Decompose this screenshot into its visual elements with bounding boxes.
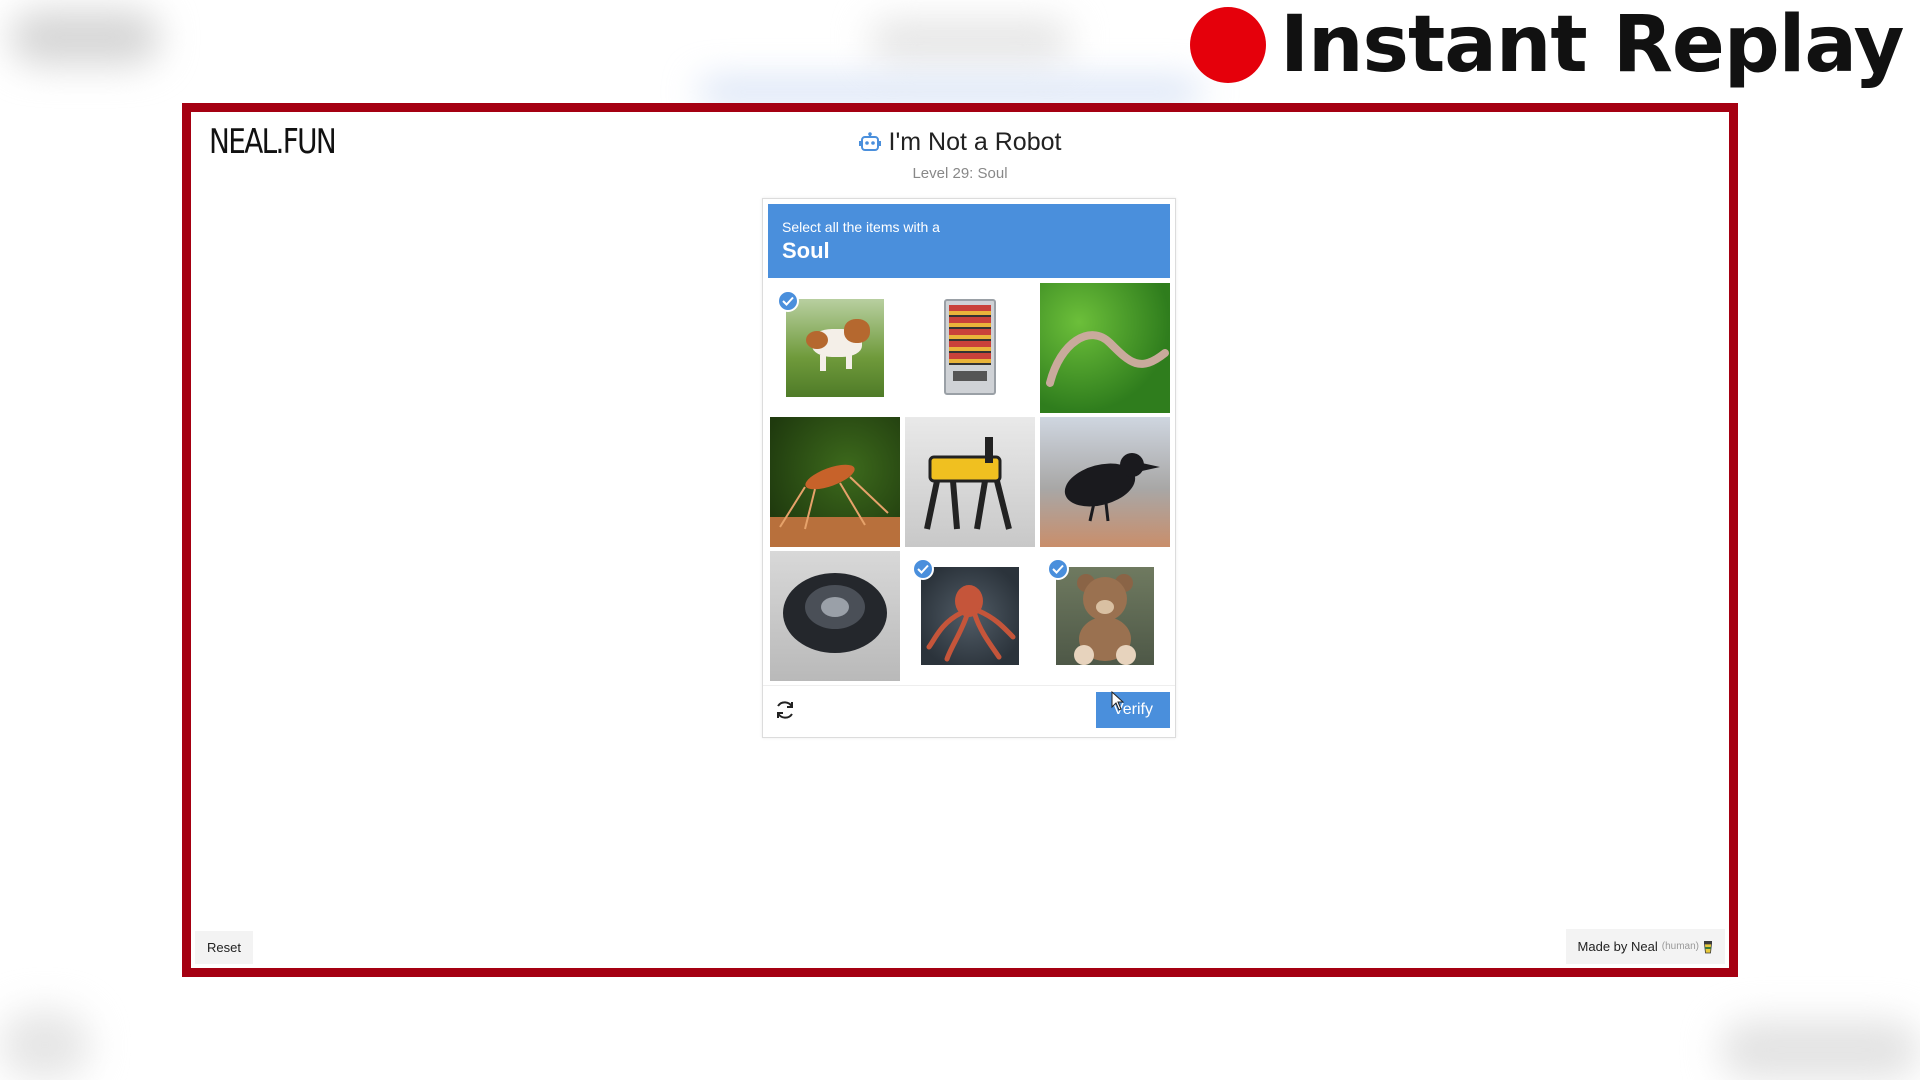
octopus-image [921,567,1019,665]
instant-replay-badge: Instant Replay [1190,0,1904,90]
checkmark-icon [912,558,934,580]
blurred-backdrop [700,82,1200,102]
vending-machine-image [905,283,1035,413]
crow-image [1040,417,1170,547]
checkmark-icon [1047,558,1069,580]
teddy-bear-image [1056,567,1154,665]
mosquito-image [770,417,900,547]
prompt-instruction: Select all the items with a [782,219,940,235]
tile-crow[interactable] [1040,417,1170,547]
blurred-backdrop [0,1010,90,1080]
mouse-cursor-icon [1111,691,1125,711]
blurred-backdrop [870,20,1070,60]
captcha-card: Select all the items with a Soul Verify [762,198,1176,738]
tile-worm[interactable] [1040,283,1170,413]
tile-vending-machine[interactable] [905,283,1035,413]
refresh-icon[interactable] [773,698,797,722]
made-by-label: Made by Neal [1577,939,1658,954]
robot-vacuum-image [770,551,900,681]
tile-robot-dog[interactable] [905,417,1035,547]
record-dot-icon [1190,7,1266,83]
tile-dog[interactable] [770,283,900,413]
made-by-credit[interactable]: Made by Neal (human) [1565,929,1725,964]
page-header: I'm Not a Robot Level 29: Soul [191,128,1729,182]
robot-dog-image [905,417,1035,547]
tile-robot-vacuum[interactable] [770,551,900,681]
checkmark-icon [777,290,799,312]
title-row: I'm Not a Robot [858,128,1062,157]
dog-image [786,299,884,397]
captcha-prompt: Select all the items with a Soul [768,204,1170,278]
instant-replay-label: Instant Replay [1280,0,1904,90]
blurred-backdrop [1720,1020,1920,1080]
level-subtitle: Level 29: Soul [912,164,1008,182]
coffee-cup-icon [1704,940,1712,953]
tile-octopus[interactable] [905,551,1035,681]
tile-teddy-bear[interactable] [1040,551,1170,681]
robot-icon [858,131,881,151]
tile-mosquito[interactable] [770,417,900,547]
reset-button[interactable]: Reset [195,931,253,964]
human-tag: (human) [1661,941,1699,952]
worm-image [1040,283,1170,413]
image-grid [770,283,1170,682]
page-title: I'm Not a Robot [888,128,1062,156]
verify-button[interactable]: Verify [1096,692,1170,728]
browser-frame: NEAL.FUN I'm Not a Robot Level 29: Soul … [182,103,1738,977]
prompt-target: Soul [782,238,830,263]
blurred-backdrop [10,10,160,65]
